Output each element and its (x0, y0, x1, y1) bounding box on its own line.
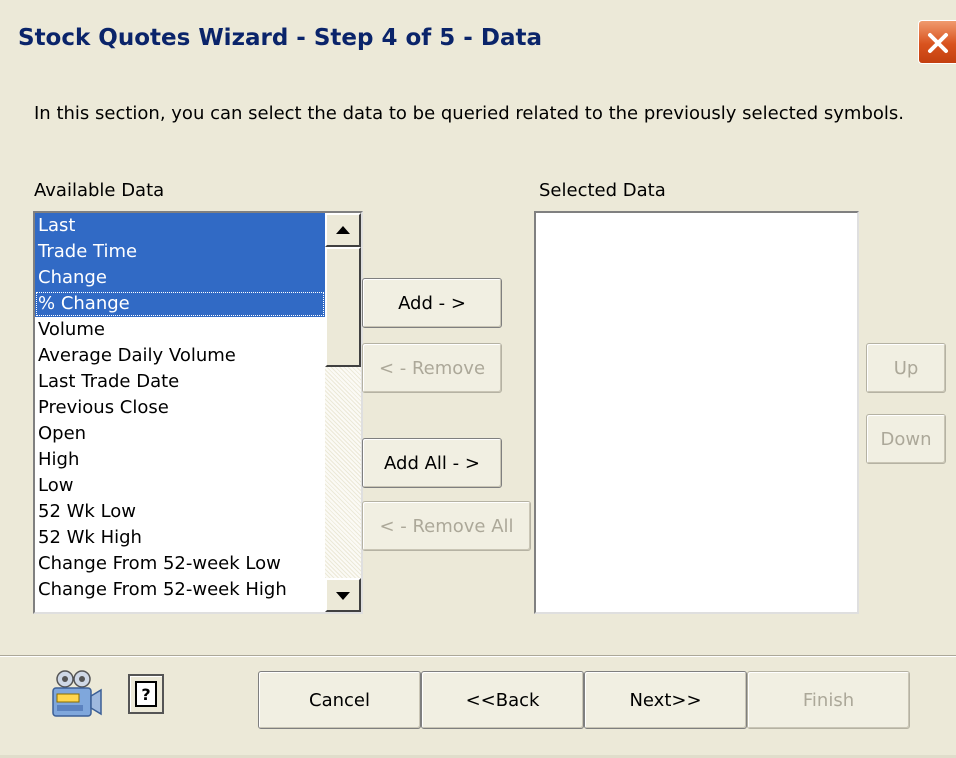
intro-text: In this section, you can select the data… (34, 103, 904, 124)
selected-data-list[interactable] (534, 211, 859, 614)
close-button[interactable] (918, 20, 956, 64)
up-button[interactable]: Up (866, 343, 946, 393)
list-item[interactable]: Last Trade Date (35, 369, 325, 395)
list-item[interactable]: Volume (35, 317, 325, 343)
back-button[interactable]: <<Back (421, 671, 584, 729)
list-item[interactable]: Change From 52-week High (35, 577, 325, 603)
scroll-down-button[interactable] (325, 578, 361, 612)
selected-data-label: Selected Data (539, 180, 666, 201)
available-data-items: Last Trade Time Change% Change Volume Averag… (35, 213, 325, 603)
window-title: Stock Quotes Wizard - Step 4 of 5 - Data (18, 25, 542, 51)
video-camera-icon[interactable] (48, 668, 104, 724)
scroll-down-arrow-icon (336, 592, 350, 600)
cancel-button[interactable]: Cancel (258, 671, 421, 729)
help-button[interactable]: ? (128, 674, 164, 714)
list-item[interactable]: Last (35, 213, 325, 239)
scroll-thumb[interactable] (325, 247, 361, 367)
scroll-up-button[interactable] (325, 213, 361, 247)
list-item[interactable]: Previous Close (35, 395, 325, 421)
list-item[interactable]: Change (35, 265, 325, 291)
add-button[interactable]: Add - > (362, 278, 502, 328)
list-item[interactable]: % Change (35, 291, 325, 317)
svg-text:?: ? (141, 685, 150, 704)
help-icon: ? (135, 681, 157, 707)
add-all-button[interactable]: Add All - > (362, 438, 502, 488)
list-item[interactable]: Trade Time (35, 239, 325, 265)
window-left-border (0, 0, 4, 758)
scroll-up-arrow-icon (336, 226, 350, 234)
remove-all-button[interactable]: < - Remove All (362, 501, 531, 551)
available-list-scrollbar[interactable] (325, 213, 361, 612)
list-item[interactable]: 52 Wk High (35, 525, 325, 551)
close-icon (928, 33, 948, 53)
available-data-label: Available Data (34, 180, 165, 201)
down-button[interactable]: Down (866, 414, 946, 464)
list-item[interactable]: High (35, 447, 325, 473)
list-item[interactable]: Average Daily Volume (35, 343, 325, 369)
list-item[interactable]: Open (35, 421, 325, 447)
next-button[interactable]: Next>> (584, 671, 747, 729)
list-item[interactable]: Change From 52-week Low (35, 551, 325, 577)
finish-button[interactable]: Finish (747, 671, 910, 729)
list-item[interactable]: 52 Wk Low (35, 499, 325, 525)
remove-button[interactable]: < - Remove (362, 343, 502, 393)
list-item[interactable]: Low (35, 473, 325, 499)
title-bar: Stock Quotes Wizard - Step 4 of 5 - Data (0, 0, 956, 84)
footer-separator (0, 655, 956, 657)
available-data-list[interactable]: Last Trade Time Change% Change Volume Averag… (33, 211, 363, 614)
